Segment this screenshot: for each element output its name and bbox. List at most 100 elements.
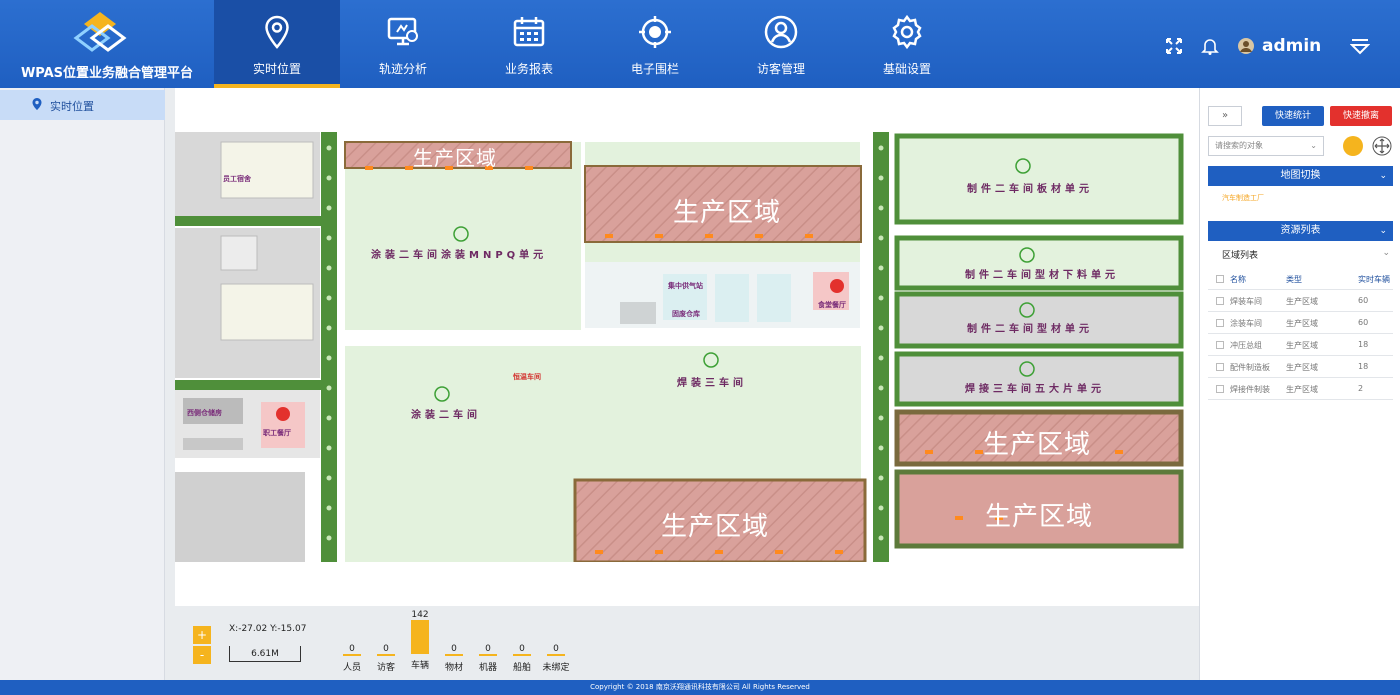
stat-count: 0 bbox=[519, 644, 525, 654]
map-building bbox=[183, 438, 243, 450]
row-checkbox[interactable] bbox=[1216, 363, 1224, 371]
restaurant-icon bbox=[276, 407, 290, 421]
nav-basic-settings[interactable]: 基础设置 bbox=[844, 0, 970, 88]
nav-label: 业务报表 bbox=[504, 62, 553, 76]
search-placeholder: 请搜索的对象 bbox=[1215, 141, 1263, 150]
table-row[interactable]: 涂装车间 生产区域 60 bbox=[1208, 312, 1393, 334]
bell-icon[interactable] bbox=[1200, 36, 1220, 56]
nav-track-analysis[interactable]: 轨迹分析 bbox=[340, 0, 466, 88]
logo-icon bbox=[73, 12, 127, 52]
map-label: 职工餐厅 bbox=[263, 429, 291, 437]
zone-label: 生产区域 bbox=[413, 146, 497, 170]
row-checkbox[interactable] bbox=[1216, 385, 1224, 393]
building-label: 制件二车间板材单元 bbox=[967, 184, 1093, 195]
map-switch-item[interactable]: 汽车制造工厂 bbox=[1222, 193, 1264, 203]
zone-label: 生产区域 bbox=[661, 512, 770, 542]
row-checkbox[interactable] bbox=[1216, 297, 1224, 305]
row-count: 2 bbox=[1358, 384, 1364, 393]
resource-list-header[interactable]: 资源列表 ⌄ bbox=[1208, 221, 1393, 241]
stat-label: 船舶 bbox=[512, 663, 531, 673]
map-label: 西侧仓储房 bbox=[187, 409, 222, 417]
row-name: 配件制造板 bbox=[1230, 363, 1270, 372]
zoom-in-button[interactable]: + bbox=[193, 626, 211, 644]
stat-column[interactable]: 0 访客 bbox=[369, 644, 403, 673]
stat-bar bbox=[513, 654, 531, 656]
stat-column[interactable]: 0 未绑定 bbox=[539, 644, 573, 673]
map-view[interactable]: 生产区域 生产区域 生产区域 生产区域 生产区域 涂装二车间涂装MNPQ单元 制… bbox=[175, 88, 1199, 606]
row-count: 18 bbox=[1358, 340, 1369, 349]
table-row[interactable]: 焊接件制装 生产区域 2 bbox=[1208, 378, 1393, 400]
stat-bar bbox=[479, 654, 497, 656]
sidebar-item-realtime-location[interactable]: 实时位置 bbox=[0, 90, 165, 120]
hedge-strip bbox=[175, 216, 321, 226]
resource-list-title: 资源列表 bbox=[1280, 225, 1321, 236]
map-switch-title: 地图切换 bbox=[1280, 170, 1321, 181]
map-block bbox=[175, 472, 305, 562]
select-all-checkbox[interactable] bbox=[1216, 275, 1224, 283]
nav-label: 电子围栏 bbox=[630, 62, 679, 76]
locate-button[interactable] bbox=[1343, 136, 1363, 156]
stat-column[interactable]: 0 人员 bbox=[335, 644, 369, 673]
map-margin bbox=[175, 562, 1199, 606]
stat-count: 0 bbox=[451, 644, 457, 654]
row-type: 生产区域 bbox=[1286, 341, 1318, 350]
nav-realtime-location[interactable]: 实时位置 bbox=[214, 0, 340, 88]
row-checkbox[interactable] bbox=[1216, 319, 1224, 327]
stat-count: 142 bbox=[411, 610, 429, 620]
building-label: 制件二车间型材下料单元 bbox=[965, 270, 1119, 281]
column-header[interactable]: 实时车辆 bbox=[1358, 274, 1390, 285]
user-circle-icon bbox=[764, 15, 798, 49]
map-building bbox=[715, 274, 749, 322]
stat-label: 访客 bbox=[376, 663, 395, 673]
building-label: 焊接三车间五大片单元 bbox=[965, 384, 1105, 395]
table-row[interactable]: 焊装车间 生产区域 60 bbox=[1208, 290, 1393, 312]
column-header[interactable]: 名称 bbox=[1230, 274, 1246, 285]
table-header: 名称 类型 实时车辆 bbox=[1208, 268, 1393, 290]
app-title: WPAS位置业务融合管理平台 bbox=[20, 66, 194, 81]
stat-label: 人员 bbox=[342, 663, 361, 673]
row-type: 生产区域 bbox=[1286, 319, 1318, 328]
nav-label: 基础设置 bbox=[882, 62, 931, 76]
gear-icon bbox=[892, 14, 922, 50]
map-building bbox=[894, 133, 1184, 225]
nav-business-report[interactable]: 业务报表 bbox=[466, 0, 592, 88]
panel-expand-button[interactable]: » bbox=[1208, 106, 1242, 126]
table-row[interactable]: 配件制造板 生产区域 18 bbox=[1208, 356, 1393, 378]
location-pin-icon bbox=[32, 98, 42, 110]
nav-label: 轨迹分析 bbox=[378, 62, 427, 76]
quick-evacuate-button[interactable]: 快速撤离 bbox=[1330, 106, 1392, 126]
stat-column[interactable]: 0 物材 bbox=[437, 644, 471, 673]
zone-label: 生产区域 bbox=[673, 198, 782, 228]
nav-visitor-management[interactable]: 访客管理 bbox=[718, 0, 844, 88]
user-name[interactable]: admin bbox=[1262, 36, 1321, 56]
row-checkbox[interactable] bbox=[1216, 341, 1224, 349]
stat-column[interactable]: 142 车辆 bbox=[403, 610, 437, 671]
location-pin-icon bbox=[265, 15, 289, 49]
table-row[interactable]: 冲压总组 生产区域 18 bbox=[1208, 334, 1393, 356]
map-building bbox=[220, 141, 314, 199]
row-type: 生产区域 bbox=[1286, 363, 1318, 372]
map-switch-header[interactable]: 地图切换 ⌄ bbox=[1208, 166, 1393, 186]
hedge-strip bbox=[873, 132, 889, 562]
stat-column[interactable]: 0 船舶 bbox=[505, 644, 539, 673]
map-label: 员工宿舍 bbox=[223, 175, 251, 183]
menu-toggle-icon[interactable] bbox=[1350, 36, 1370, 56]
stat-column[interactable]: 0 机器 bbox=[471, 644, 505, 673]
stat-count: 0 bbox=[349, 644, 355, 654]
nav-electronic-fence[interactable]: 电子围栏 bbox=[592, 0, 718, 88]
row-count: 18 bbox=[1358, 362, 1369, 371]
row-name: 焊装车间 bbox=[1230, 297, 1262, 306]
search-select[interactable]: 请搜索的对象 ⌄ bbox=[1208, 136, 1324, 156]
zoom-out-button[interactable]: - bbox=[193, 646, 211, 664]
fullscreen-icon[interactable] bbox=[1164, 36, 1184, 56]
move-icon[interactable] bbox=[1372, 136, 1392, 156]
nav-label: 实时位置 bbox=[252, 62, 301, 76]
column-header[interactable]: 类型 bbox=[1286, 274, 1302, 285]
area-list-toggle[interactable]: 区域列表 ⌄ bbox=[1222, 248, 1392, 261]
sidebar: 实时位置 bbox=[0, 88, 165, 680]
avatar[interactable] bbox=[1236, 36, 1256, 56]
coordinate-readout: X:-27.02 Y:-15.07 bbox=[229, 624, 307, 634]
chevron-down-icon: ⌄ bbox=[1382, 248, 1390, 258]
row-name: 冲压总组 bbox=[1230, 341, 1262, 350]
quick-stats-button[interactable]: 快速统计 bbox=[1262, 106, 1324, 126]
